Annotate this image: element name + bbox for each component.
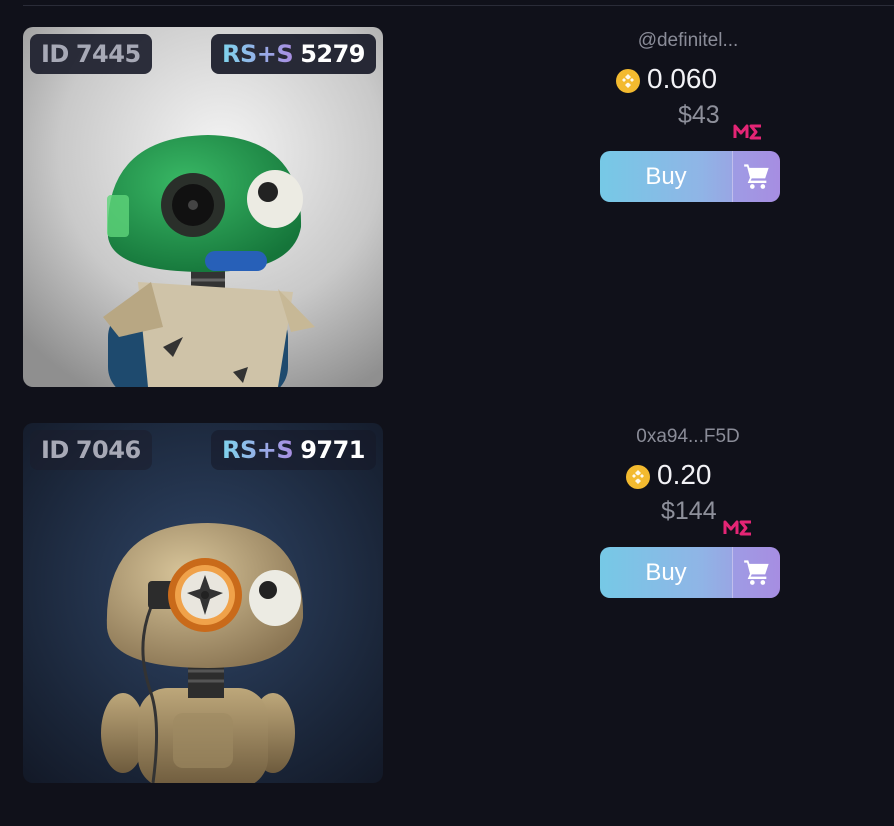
rarity-score-badge: RS+S 9771 — [211, 430, 376, 470]
rarity-score-value: 5279 — [300, 40, 365, 68]
nft-listing-card: ID 7046 RS+S 9771 0xa94...F5D 0.20 $144 … — [23, 423, 894, 783]
id-badge: ID 7046 — [30, 430, 152, 470]
seller-address[interactable]: 0xa94...F5D — [523, 426, 853, 448]
shopping-cart-icon — [744, 164, 769, 189]
buy-label: Buy — [645, 559, 687, 586]
rarity-score-label: RS+S — [222, 40, 294, 68]
rarity-score-badge: RS+S 5279 — [211, 34, 376, 74]
rarity-score-value: 9771 — [300, 436, 365, 464]
magic-eden-icon[interactable] — [733, 123, 763, 141]
top-divider — [23, 5, 894, 6]
add-to-cart-button[interactable] — [732, 547, 780, 598]
usd-price: $43 — [678, 101, 720, 129]
id-label: ID — [41, 40, 69, 68]
price-row: 0.20 — [523, 459, 853, 536]
buy-button[interactable]: Buy — [600, 547, 780, 598]
nft-listing-card: ID 7445 RS+S 5279 @definitel... 0.060 $4… — [23, 27, 894, 387]
nft-image[interactable]: ID 7046 RS+S 9771 — [23, 423, 383, 783]
usd-price: $144 — [661, 497, 717, 525]
listing-info: 0xa94...F5D 0.20 $144 Buy — [523, 423, 853, 603]
nft-image[interactable]: ID 7445 RS+S 5279 — [23, 27, 383, 387]
magic-eden-icon[interactable] — [723, 519, 753, 537]
bnb-coin-icon — [616, 69, 640, 93]
bnb-coin-icon — [626, 465, 650, 489]
id-number: 7445 — [75, 40, 141, 68]
price-value: 0.20 — [657, 459, 712, 490]
id-number: 7046 — [75, 436, 141, 464]
add-to-cart-button[interactable] — [732, 151, 780, 202]
price-value: 0.060 — [647, 63, 718, 94]
id-badge: ID 7445 — [30, 34, 152, 74]
rarity-score-label: RS+S — [222, 436, 294, 464]
id-label: ID — [41, 436, 69, 464]
listing-info: @definitel... 0.060 $43 Buy — [523, 27, 853, 207]
shopping-cart-icon — [744, 560, 769, 585]
price-row: 0.060 — [523, 63, 853, 140]
buy-label: Buy — [645, 163, 687, 190]
seller-name[interactable]: @definitel... — [523, 30, 853, 52]
buy-button[interactable]: Buy — [600, 151, 780, 202]
